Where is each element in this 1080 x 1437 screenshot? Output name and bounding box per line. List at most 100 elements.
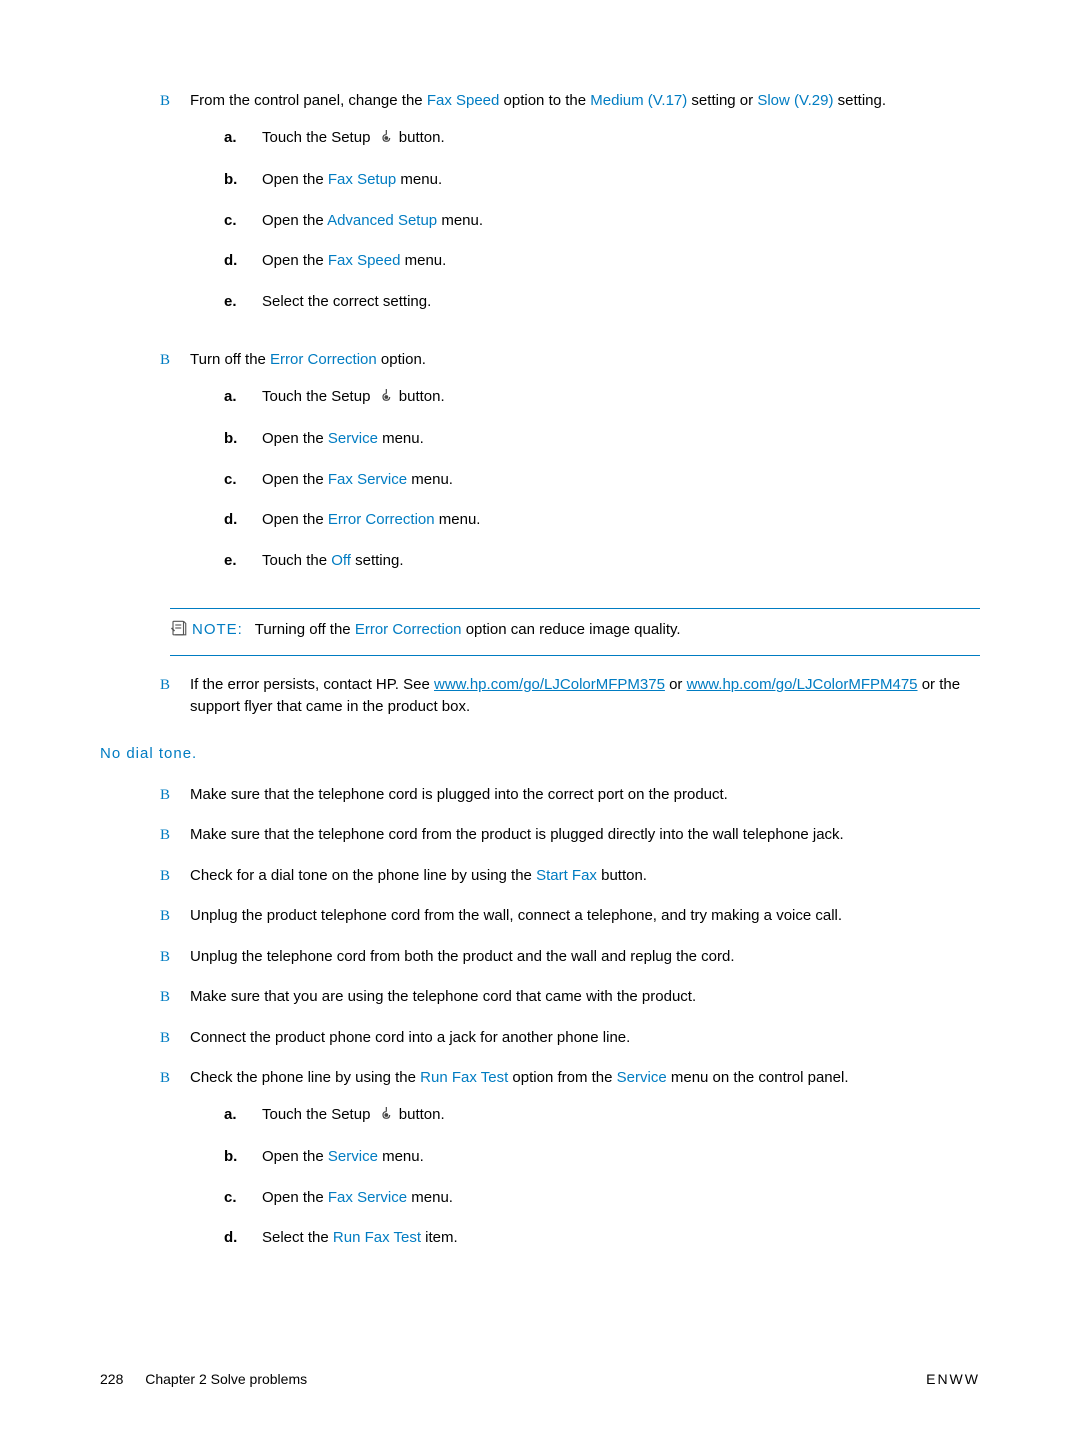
bullet-item: BCheck for a dial tone on the phone line… <box>160 865 980 888</box>
sub-item: b.Open the Service menu. <box>224 428 980 451</box>
note-text: NOTE: Turning off the Error Correction o… <box>192 619 681 642</box>
text-run: item. <box>421 1229 458 1246</box>
sub-content: Open the Fax Speed menu. <box>262 250 446 273</box>
sub-content: Open the Fax Service menu. <box>262 469 453 492</box>
bullet-item: BIf the error persists, contact HP. See … <box>160 674 980 719</box>
text-run: menu. <box>407 1189 453 1206</box>
sub-content: Touch the Off setting. <box>262 550 403 573</box>
bullet-content: Turn off the Error Correction option.a.T… <box>190 349 980 590</box>
footer-left: 228 Chapter 2 Solve problems <box>100 1371 307 1387</box>
ui-term: Slow (V.29) <box>757 92 833 109</box>
text-run: Turn off the <box>190 351 270 368</box>
ui-term: Service <box>328 1148 378 1165</box>
text-run: setting. <box>833 92 886 109</box>
sub-marker: a. <box>224 1104 262 1129</box>
sub-content: Open the Fax Setup menu. <box>262 169 442 192</box>
ui-term: Run Fax Test <box>333 1229 421 1246</box>
sub-item: d.Select the Run Fax Test item. <box>224 1227 980 1250</box>
text-run: Turning off the <box>255 621 355 638</box>
text-run: Open the <box>262 430 328 447</box>
sub-marker: c. <box>224 1187 262 1210</box>
sub-content: Open the Service menu. <box>262 428 424 451</box>
bullet-item: BTurn off the Error Correction option.a.… <box>160 349 980 590</box>
bullet-marker: B <box>160 1067 190 1268</box>
bullet-marker: B <box>160 946 190 969</box>
sub-marker: b. <box>224 1146 262 1169</box>
sub-item: b.Open the Service menu. <box>224 1146 980 1169</box>
text-run: From the control panel, change the <box>190 92 427 109</box>
footer-right: ENWW <box>926 1371 980 1387</box>
bullet-content: Connect the product phone cord into a ja… <box>190 1027 980 1050</box>
text-run: Select the correct setting. <box>262 293 431 310</box>
sub-marker: d. <box>224 1227 262 1250</box>
sub-marker: a. <box>224 386 262 411</box>
ui-term: Fax Speed <box>427 92 500 109</box>
text-run: Check for a dial tone on the phone line … <box>190 867 536 884</box>
bullet-item: BUnplug the telephone cord from both the… <box>160 946 980 969</box>
sub-content: Open the Fax Service menu. <box>262 1187 453 1210</box>
ui-term: Fax Speed <box>328 252 401 269</box>
bullet-item: BConnect the product phone cord into a j… <box>160 1027 980 1050</box>
setup-icon <box>377 1105 393 1129</box>
text-run: Make sure that you are using the telepho… <box>190 988 696 1005</box>
note-icon <box>170 619 192 645</box>
ui-term: Fax Service <box>328 1189 407 1206</box>
note-label: NOTE: <box>192 621 243 638</box>
text-run: menu. <box>407 471 453 488</box>
hyperlink[interactable]: www.hp.com/go/LJColorMFPM375 <box>434 676 665 693</box>
ui-term: Fax Setup <box>328 171 396 188</box>
ui-term: Off <box>331 552 351 569</box>
sub-list: a.Touch the Setup button.b.Open the Serv… <box>224 386 980 573</box>
sub-item: a.Touch the Setup button. <box>224 1104 980 1129</box>
ui-term: Run Fax Test <box>420 1069 508 1086</box>
text-run: option from the <box>508 1069 616 1086</box>
sub-marker: d. <box>224 509 262 532</box>
bullet-content: Make sure that the telephone cord is plu… <box>190 784 980 807</box>
bullet-marker: B <box>160 784 190 807</box>
sub-marker: e. <box>224 291 262 314</box>
ui-term: Medium (V.17) <box>590 92 687 109</box>
text-run: Connect the product phone cord into a ja… <box>190 1029 630 1046</box>
text-run: button. <box>597 867 647 884</box>
page-footer: 228 Chapter 2 Solve problems ENWW <box>100 1371 980 1387</box>
sub-marker: d. <box>224 250 262 273</box>
text-run: Open the <box>262 471 328 488</box>
text-run: Touch the Setup <box>262 388 375 405</box>
sub-item: a.Touch the Setup button. <box>224 386 980 411</box>
text-run: button. <box>395 129 445 146</box>
text-run: Touch the Setup <box>262 129 375 146</box>
sub-content: Touch the Setup button. <box>262 127 445 152</box>
ui-term: Error Correction <box>355 621 462 638</box>
text-run: Open the <box>262 511 328 528</box>
bullet-item: BMake sure that the telephone cord is pl… <box>160 784 980 807</box>
text-run: Unplug the product telephone cord from t… <box>190 907 842 924</box>
sub-marker: b. <box>224 428 262 451</box>
ui-term: Error Correction <box>270 351 377 368</box>
bullet-marker: B <box>160 824 190 847</box>
bullet-marker: B <box>160 674 190 719</box>
sub-item: d.Open the Fax Speed menu. <box>224 250 980 273</box>
bullet-item: BCheck the phone line by using the Run F… <box>160 1067 980 1268</box>
document-page: B From the control panel, change the Fax … <box>0 0 1080 1437</box>
bullet-content: Check the phone line by using the Run Fa… <box>190 1067 980 1268</box>
sub-item: e.Touch the Off setting. <box>224 550 980 573</box>
top-bullet-list: BFrom the control panel, change the Fax … <box>160 90 980 590</box>
text-run: menu. <box>378 430 424 447</box>
bottom-bullet-list: BMake sure that the telephone cord is pl… <box>160 784 980 1268</box>
text-run: Open the <box>262 1148 328 1165</box>
text-run: menu. <box>437 212 483 229</box>
bullet-item: BMake sure that you are using the teleph… <box>160 986 980 1009</box>
sub-content: Open the Advanced Setup menu. <box>262 210 483 233</box>
text-run: menu. <box>378 1148 424 1165</box>
sub-content: Touch the Setup button. <box>262 386 445 411</box>
bullet-item: BMake sure that the telephone cord from … <box>160 824 980 847</box>
text-run: or <box>665 676 687 693</box>
text-run: Make sure that the telephone cord is plu… <box>190 786 728 803</box>
bullet-content: From the control panel, change the Fax S… <box>190 90 980 331</box>
bullet-item: BUnplug the product telephone cord from … <box>160 905 980 928</box>
text-run: Check the phone line by using the <box>190 1069 420 1086</box>
sub-content: Open the Service menu. <box>262 1146 424 1169</box>
text-run: option to the <box>499 92 590 109</box>
text-run: Touch the <box>262 552 331 569</box>
hyperlink[interactable]: www.hp.com/go/LJColorMFPM475 <box>687 676 918 693</box>
